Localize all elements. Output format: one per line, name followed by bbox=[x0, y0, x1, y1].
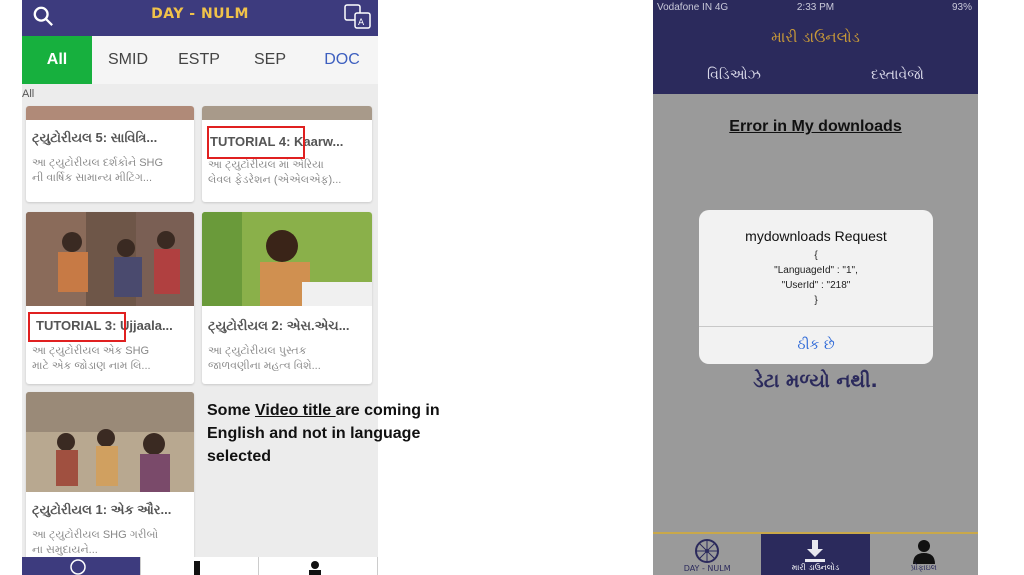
video-card[interactable]: ટ્યુટોરીયલ 1: એક ઔર... આ ટ્યુટોરીયલ SHG … bbox=[26, 392, 194, 560]
video-description: આ ટ્યુટોરીયલ SHG ગરીબો bbox=[32, 529, 159, 541]
section-label: All bbox=[22, 88, 35, 100]
error-message: Error in My downloads bbox=[729, 118, 902, 135]
video-description: જાળવણીના મહત્વ વિશે... bbox=[208, 360, 321, 372]
video-card[interactable]: ટ્યુટોરીયલ 2: એસ.એચ... આ ટ્યુટોરીયલ પુસ્… bbox=[202, 212, 372, 384]
video-description: ના સમુદાયને... bbox=[32, 544, 98, 556]
nav-label: મારી ડાઉનલોડ bbox=[791, 563, 840, 572]
annotation-text: Some bbox=[207, 402, 256, 419]
annotation-note: Some Video title are coming in English a… bbox=[207, 399, 467, 468]
video-description: આ ટ્યુટોરીયલ માં એરિયા bbox=[208, 159, 324, 171]
clock-text: 2:33 PM bbox=[796, 2, 835, 13]
video-thumbnail bbox=[202, 212, 372, 306]
dialog-body-line: "LanguageId" : "1", bbox=[774, 265, 858, 276]
highlight-box bbox=[28, 312, 126, 342]
category-tabs: All SMID ESTP SEP DOC bbox=[22, 36, 378, 84]
video-description: માટે એક જોડાણ નામ લિ... bbox=[32, 360, 151, 372]
profile-icon bbox=[912, 540, 935, 564]
alert-dialog: mydownloads Request { "LanguageId" : "1"… bbox=[699, 210, 933, 364]
video-title: ટ્યુટોરીયલ 1: એક ઔર... bbox=[32, 502, 172, 517]
svg-text:A: A bbox=[358, 18, 365, 28]
download-icon bbox=[805, 540, 826, 562]
bottom-nav bbox=[22, 557, 378, 575]
tab-documents[interactable]: દસ્તાવેજો bbox=[871, 67, 924, 83]
nav-profile[interactable]: પ્રોફાઇલ bbox=[870, 534, 978, 575]
video-thumbnail bbox=[26, 392, 194, 492]
video-card[interactable]: ટ્યુટોરીયલ 5: સાવિત્રિ... આ ટ્યુટોરીયલ દ… bbox=[26, 106, 194, 202]
app-header: DAY - NULM A bbox=[22, 0, 378, 36]
tab-estp[interactable]: ESTP bbox=[164, 36, 234, 84]
nav-downloads[interactable]: મારી ડાઉનલોડ bbox=[761, 534, 870, 575]
dialog-title: mydownloads Request bbox=[745, 228, 887, 244]
dialog-body-line: { bbox=[814, 250, 818, 261]
highlight-box bbox=[207, 126, 305, 159]
video-title: ટ્યુટોરીયલ 5: સાવિત્રિ... bbox=[32, 130, 158, 145]
video-thumbnail bbox=[26, 212, 194, 306]
nav-home[interactable] bbox=[22, 557, 141, 575]
dialog-body-line: "UserId" : "218" bbox=[781, 280, 851, 291]
video-description: આ ટ્યુટોરીયલ પુસ્તક bbox=[208, 345, 307, 357]
video-description: લેવલ ફેડરેશન (એએલએફ)... bbox=[208, 174, 342, 186]
left-phone-screen: DAY - NULM A All SMID ESTP SEP DOC All ટ… bbox=[22, 0, 378, 575]
video-thumbnail bbox=[202, 106, 372, 120]
ok-button[interactable]: ઠીક છે bbox=[699, 327, 933, 364]
video-thumbnail bbox=[26, 106, 194, 120]
tab-smid[interactable]: SMID bbox=[92, 36, 164, 84]
page-title: મારી ડાઉનલોડ bbox=[771, 28, 860, 46]
video-description: આ ટ્યુટોરીયલ એક SHG bbox=[32, 345, 150, 357]
tab-sep[interactable]: SEP bbox=[234, 36, 306, 84]
video-description: ની વાર્ષિક સામાન્ય મીટિંગ... bbox=[32, 172, 153, 184]
ashoka-chakra-icon bbox=[70, 559, 86, 575]
dialog-body-line: } bbox=[814, 295, 818, 306]
bottom-nav: DAY - NULM મારી ડાઉનલોડ પ્રોફાઇલ bbox=[653, 532, 978, 575]
nav-downloads[interactable] bbox=[140, 557, 260, 575]
download-icon bbox=[193, 561, 200, 575]
slide: DAY - NULM A All SMID ESTP SEP DOC All ટ… bbox=[0, 0, 1024, 575]
nav-label: DAY - NULM bbox=[683, 564, 731, 573]
video-description: આ ટ્યુટોરીયલ દર્શકોને SHG bbox=[32, 157, 164, 169]
nav-home[interactable]: DAY - NULM bbox=[653, 534, 761, 575]
tab-doc[interactable]: DOC bbox=[306, 36, 378, 84]
app-title: DAY - NULM bbox=[151, 6, 249, 22]
annotation-emphasis: Video title bbox=[255, 402, 336, 419]
battery-text: 93% bbox=[951, 2, 972, 13]
tab-videos[interactable]: વિડિઓઝ bbox=[707, 67, 761, 83]
status-bar: Vodafone IN 4G 2:33 PM 93% bbox=[653, 2, 978, 16]
no-data-message: ડેટા મળ્યો નથી. bbox=[753, 370, 878, 392]
tab-all[interactable]: All bbox=[22, 36, 92, 84]
nav-label: પ્રોફાઇલ bbox=[910, 563, 937, 572]
language-translate-icon[interactable]: A bbox=[344, 4, 372, 30]
nav-profile[interactable] bbox=[259, 557, 378, 575]
right-phone-screen: Vodafone IN 4G 2:33 PM 93% મારી ડાઉનલોડ … bbox=[653, 0, 978, 575]
app-header: Vodafone IN 4G 2:33 PM 93% મારી ડાઉનલોડ … bbox=[653, 0, 978, 94]
ashoka-chakra-icon bbox=[695, 539, 720, 563]
video-title: ટ્યુટોરીયલ 2: એસ.એચ... bbox=[208, 318, 350, 333]
video-card[interactable]: TUTORIAL 3: Ujjaala... આ ટ્યુટોરીયલ એક S… bbox=[26, 212, 194, 384]
profile-icon bbox=[309, 561, 322, 575]
